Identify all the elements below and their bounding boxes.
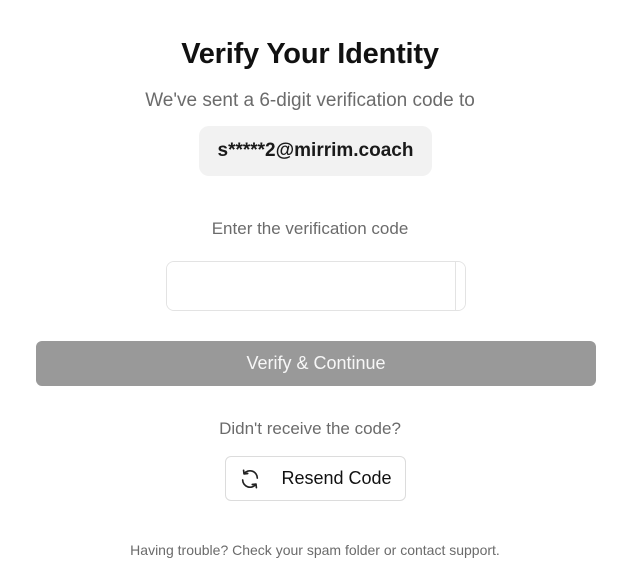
help-text: Having trouble? Check your spam folder o…	[130, 542, 500, 558]
email-address-badge: s*****2@mirrim.coach	[199, 126, 432, 176]
no-code-text: Didn't receive the code?	[219, 419, 401, 438]
resend-code-button[interactable]: Resend Code	[225, 456, 406, 501]
page-title: Verify Your Identity	[181, 38, 439, 70]
code-input-group	[166, 261, 466, 311]
resend-code-label: Resend Code	[281, 468, 392, 488]
verify-continue-button[interactable]: Verify & Continue	[36, 341, 596, 386]
refresh-icon	[239, 468, 261, 490]
verification-page: Verify Your Identity We've sent a 6-digi…	[0, 0, 620, 580]
code-label: Enter the verification code	[211, 219, 409, 238]
code-digit-2[interactable]	[456, 262, 465, 310]
code-digit-1[interactable]	[167, 262, 456, 310]
subtitle: We've sent a 6-digit verification code t…	[145, 90, 475, 111]
